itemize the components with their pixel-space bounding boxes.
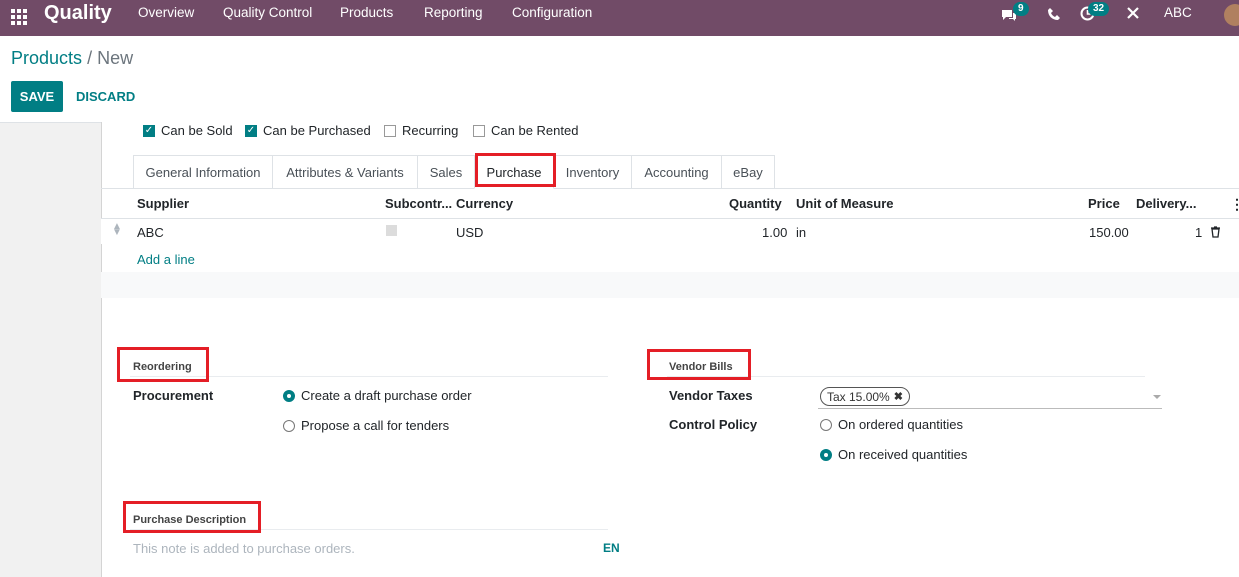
highlight-box-purchase-description xyxy=(123,501,261,533)
table-row[interactable] xyxy=(101,218,1239,244)
cell-currency[interactable]: USD xyxy=(456,225,483,240)
save-button[interactable]: SAVE xyxy=(11,81,63,112)
tab-sales[interactable]: Sales xyxy=(417,155,475,189)
column-header-price[interactable]: Price xyxy=(1088,196,1120,211)
optional-columns-icon[interactable]: ⋮ xyxy=(1230,196,1239,213)
debug-tools-icon[interactable] xyxy=(1126,6,1140,20)
radio-ordered-quantities[interactable]: On ordered quantities xyxy=(820,417,963,432)
radio-call-for-tenders[interactable]: Propose a call for tenders xyxy=(283,418,449,433)
column-header-supplier[interactable]: Supplier xyxy=(137,196,189,211)
app-brand[interactable]: Quality xyxy=(44,2,112,25)
tab-ebay[interactable]: eBay xyxy=(721,155,775,189)
can-be-sold-checkbox[interactable]: ✓ Can be Sold xyxy=(143,123,233,138)
top-navbar: Quality Overview Quality Control Product… xyxy=(0,0,1239,36)
apps-menu-icon[interactable] xyxy=(11,9,27,25)
breadcrumb-current: New xyxy=(97,48,134,68)
radio-label: On received quantities xyxy=(838,447,968,462)
checkbox-unchecked-icon[interactable] xyxy=(473,124,485,137)
procurement-label: Procurement xyxy=(133,388,214,403)
tab-inventory[interactable]: Inventory xyxy=(553,155,632,189)
checkbox-unchecked-icon[interactable] xyxy=(384,124,396,137)
tab-general-information[interactable]: General Information xyxy=(133,155,273,189)
recurring-checkbox[interactable]: Recurring xyxy=(384,123,458,138)
radio-create-draft-po[interactable]: Create a draft purchase order xyxy=(283,388,472,403)
tab-attributes-variants[interactable]: Attributes & Variants xyxy=(272,155,418,189)
radio-unselected-icon[interactable] xyxy=(820,418,832,431)
phone-icon[interactable] xyxy=(1047,7,1061,21)
radio-label: On ordered quantities xyxy=(838,417,964,432)
menu-quality-control[interactable]: Quality Control xyxy=(223,5,312,20)
checkbox-label: Can be Purchased xyxy=(263,123,371,138)
menu-configuration[interactable]: Configuration xyxy=(512,5,592,20)
remove-tag-icon[interactable]: ✖ xyxy=(894,390,903,403)
highlight-box-reordering xyxy=(117,347,209,382)
column-header-delivery[interactable]: Delivery... xyxy=(1136,196,1196,211)
cell-subcontract-checkbox[interactable] xyxy=(386,225,397,236)
control-policy-label: Control Policy xyxy=(669,417,758,432)
vendor-taxes-input[interactable] xyxy=(818,408,1162,409)
radio-unselected-icon[interactable] xyxy=(283,419,295,432)
highlight-box-purchase-tab xyxy=(475,153,556,187)
add-line-link[interactable]: Add a line xyxy=(137,252,195,267)
cell-price[interactable]: 150.00 xyxy=(1089,225,1129,240)
vendor-taxes-label: Vendor Taxes xyxy=(669,388,753,403)
checkbox-label: Can be Sold xyxy=(161,123,233,138)
purchase-description-input[interactable]: This note is added to purchase orders. xyxy=(133,541,355,556)
tax-tag[interactable]: Tax 15.00% ✖ xyxy=(820,387,910,406)
column-header-unit-of-measure[interactable]: Unit of Measure xyxy=(796,196,894,211)
checkbox-checked-icon[interactable]: ✓ xyxy=(245,124,257,137)
tab-accounting[interactable]: Accounting xyxy=(631,155,722,189)
radio-received-quantities[interactable]: On received quantities xyxy=(820,447,967,462)
highlight-box-vendor-bills xyxy=(647,349,751,380)
column-header-currency[interactable]: Currency xyxy=(456,196,513,211)
menu-products[interactable]: Products xyxy=(340,5,393,20)
messages-badge: 9 xyxy=(1013,2,1029,16)
column-header-quantity[interactable]: Quantity xyxy=(729,196,782,211)
company-switcher[interactable]: ABC xyxy=(1164,5,1192,20)
radio-label: Create a draft purchase order xyxy=(301,388,472,403)
table-footer xyxy=(101,272,1239,298)
cell-supplier[interactable]: ABC xyxy=(137,225,164,240)
cell-quantity[interactable]: 1.00 xyxy=(762,225,787,240)
language-button[interactable]: EN xyxy=(603,541,620,555)
radio-selected-icon[interactable] xyxy=(283,389,295,402)
column-header-subcontract[interactable]: Subcontr... xyxy=(385,196,452,211)
checkbox-label: Recurring xyxy=(402,123,459,138)
tax-tag-label: Tax 15.00% xyxy=(827,389,890,404)
can-be-purchased-checkbox[interactable]: ✓ Can be Purchased xyxy=(245,123,371,138)
cell-delivery[interactable]: 1 xyxy=(1195,225,1202,240)
activities-badge: 32 xyxy=(1088,2,1110,16)
menu-reporting[interactable]: Reporting xyxy=(424,5,483,20)
breadcrumb-parent[interactable]: Products xyxy=(11,48,82,68)
cell-uom[interactable]: in xyxy=(796,225,806,240)
checkbox-label: Can be Rented xyxy=(491,123,579,138)
dropdown-caret-icon[interactable] xyxy=(1153,395,1161,399)
checkbox-checked-icon[interactable]: ✓ xyxy=(143,124,155,137)
breadcrumb-separator: / xyxy=(87,48,93,68)
menu-overview[interactable]: Overview xyxy=(138,5,194,20)
drag-handle-icon[interactable]: ▲ ▼ xyxy=(112,222,122,238)
discard-button[interactable]: DISCARD xyxy=(76,89,135,104)
radio-selected-icon[interactable] xyxy=(820,448,832,461)
radio-label: Propose a call for tenders xyxy=(301,418,450,433)
user-avatar[interactable] xyxy=(1224,4,1239,26)
can-be-rented-checkbox[interactable]: Can be Rented xyxy=(473,123,578,138)
trash-icon[interactable] xyxy=(1210,226,1221,238)
breadcrumb: Products / New xyxy=(11,48,133,69)
